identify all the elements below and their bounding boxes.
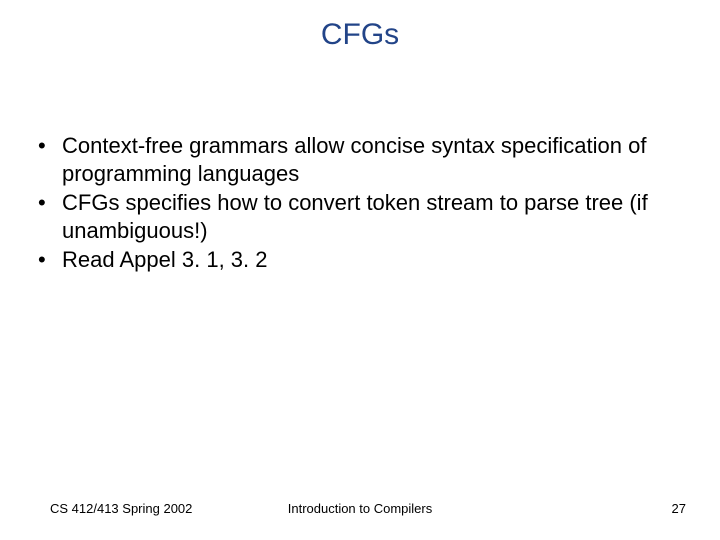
bullet-item: CFGs specifies how to convert token stre… [30, 189, 690, 244]
bullet-item: Context-free grammars allow concise synt… [30, 132, 690, 187]
slide-title: CFGs [0, 0, 720, 52]
footer-title: Introduction to Compilers [0, 501, 720, 516]
footer-page-number: 27 [672, 501, 686, 516]
bullet-item: Read Appel 3. 1, 3. 2 [30, 246, 690, 274]
slide: CFGs Context-free grammars allow concise… [0, 0, 720, 540]
slide-content: Context-free grammars allow concise synt… [30, 132, 690, 276]
bullet-list: Context-free grammars allow concise synt… [30, 132, 690, 274]
